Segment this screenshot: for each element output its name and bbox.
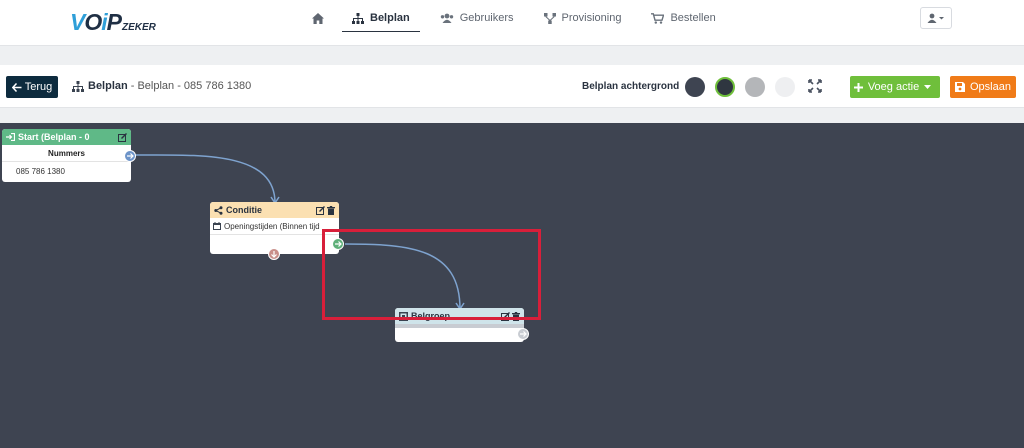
- nav-divider: [0, 45, 1024, 65]
- flow-canvas[interactable]: Start (Belplan - 0 Nummers 085 786 1380 …: [0, 123, 1024, 448]
- caret-down-icon: [924, 85, 932, 89]
- belplan-toolbar: Terug Belplan - Belplan - 085 786 1380 B…: [0, 66, 1024, 108]
- share-icon: [214, 205, 223, 215]
- sign-in-icon: [6, 133, 15, 141]
- logo-main: VOiP: [70, 9, 122, 35]
- logo[interactable]: VOiP ZEKER: [70, 6, 156, 34]
- edit-icon[interactable]: [118, 132, 127, 142]
- breadcrumb: Belplan - Belplan - 085 786 1380: [72, 80, 251, 92]
- node-title: Start (Belplan - 0: [18, 132, 90, 142]
- arrow-left-icon: [11, 82, 22, 92]
- background-swatch-4[interactable]: [775, 77, 795, 97]
- arrow-right-icon: [519, 331, 527, 337]
- false-output-port[interactable]: [268, 248, 280, 260]
- highlight-box: [322, 229, 541, 320]
- save-icon: [955, 82, 965, 92]
- nav-bestellen[interactable]: Bestellen: [651, 0, 716, 36]
- node-header[interactable]: Conditie: [210, 202, 339, 218]
- breadcrumb-subtitle: - Belplan - 085 786 1380: [130, 80, 252, 92]
- home-icon: [312, 12, 324, 24]
- cart-icon: [651, 12, 665, 24]
- node-title: Conditie: [226, 205, 262, 215]
- wire-start-to-condition: [134, 154, 276, 204]
- users-icon: [440, 13, 453, 23]
- node-header[interactable]: Start (Belplan - 0: [2, 129, 131, 145]
- network-icon: [543, 12, 556, 24]
- logo-sub: ZEKER: [121, 22, 156, 33]
- nav-label: Bestellen: [670, 12, 716, 24]
- output-port[interactable]: [124, 150, 136, 162]
- add-action-label: Voeg actie: [867, 81, 920, 93]
- user-icon: [927, 13, 944, 23]
- save-button[interactable]: Opslaan: [950, 76, 1016, 98]
- main-nav: Belplan Gebruikers Provisioning Bestelle…: [312, 0, 746, 36]
- background-swatch-2[interactable]: [715, 77, 735, 97]
- node-field-value: Openingstijden (Binnen tijd: [224, 221, 320, 231]
- add-action-button[interactable]: Voeg actie: [850, 76, 940, 98]
- top-navbar: VOiP ZEKER Belplan Gebruikers Provisioni…: [0, 0, 1024, 45]
- background-swatch-1[interactable]: [685, 77, 705, 97]
- trash-icon[interactable]: [327, 205, 335, 215]
- nav-provisioning[interactable]: Provisioning: [543, 0, 622, 36]
- sitemap-icon: [72, 80, 84, 92]
- background-swatch-3[interactable]: [745, 77, 765, 97]
- toolbar-spacer: [0, 108, 1024, 123]
- output-port[interactable]: [517, 328, 529, 340]
- expand-icon[interactable]: [808, 79, 824, 95]
- nav-belplan[interactable]: Belplan: [342, 0, 420, 36]
- start-node[interactable]: Start (Belplan - 0 Nummers 085 786 1380: [2, 129, 136, 182]
- save-label: Opslaan: [970, 81, 1011, 93]
- user-menu-button[interactable]: [920, 7, 952, 29]
- breadcrumb-title: Belplan: [88, 80, 128, 92]
- node-field: Openingstijden (Binnen tijd: [210, 218, 339, 235]
- nav-label: Provisioning: [561, 12, 622, 24]
- back-label: Terug: [24, 81, 53, 93]
- node-divider: [395, 324, 524, 328]
- condition-node[interactable]: Conditie Openingstijden (Binnen tijd: [210, 202, 344, 260]
- back-button[interactable]: Terug: [6, 76, 58, 98]
- nav-gebruikers[interactable]: Gebruikers: [440, 0, 514, 36]
- arrow-down-icon: [271, 250, 277, 258]
- edit-icon[interactable]: [316, 205, 325, 215]
- plus-icon: [853, 82, 863, 92]
- arrow-right-icon: [126, 153, 134, 159]
- nav-home[interactable]: [312, 0, 330, 36]
- nav-label: Gebruikers: [459, 12, 514, 24]
- sitemap-icon: [352, 12, 364, 24]
- node-field-value: 085 786 1380: [16, 166, 65, 176]
- calendar-icon: [213, 222, 221, 230]
- background-label: Belplan achtergrond: [582, 81, 680, 92]
- nav-label: Belplan: [370, 12, 410, 24]
- node-field-label: Nummers: [2, 145, 131, 162]
